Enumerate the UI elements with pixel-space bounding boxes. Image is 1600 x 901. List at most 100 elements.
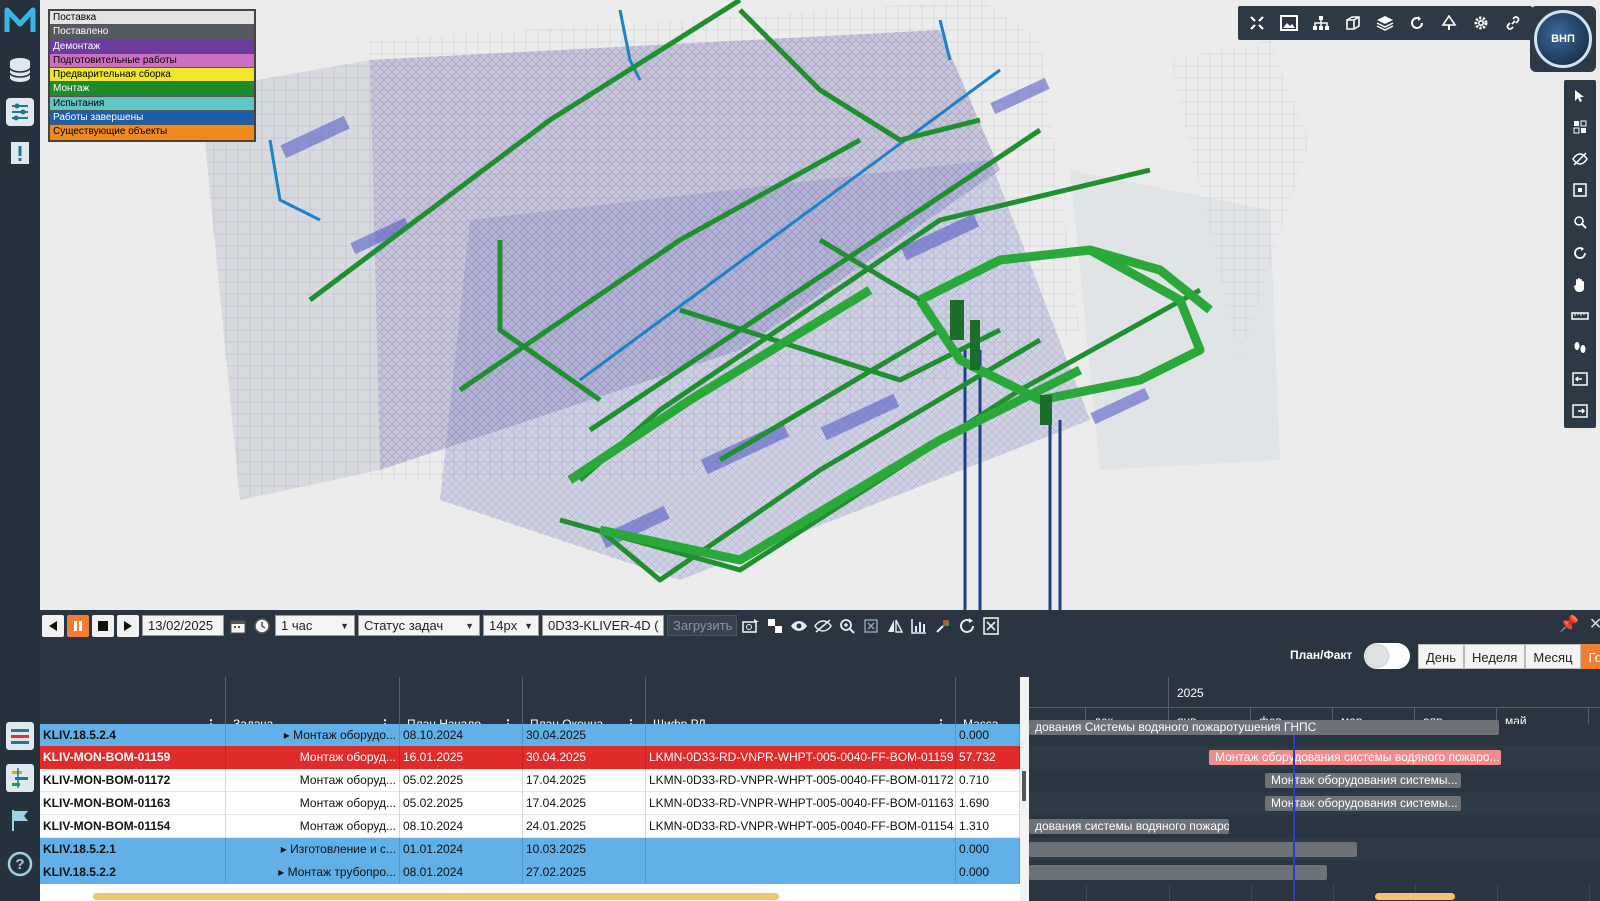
scale-option[interactable]: Неделя [1464,644,1526,669]
right-panel-icon[interactable] [1564,395,1596,427]
legend-item: Подготовительные работы [50,53,254,69]
playback-bar: 13/02/2025 1 час ▼ Статус задач ▼ 14px ▼ 0D… [40,612,1600,639]
step-back-button[interactable] [42,614,64,637]
grid-scrollbar[interactable] [93,893,779,900]
pause-button[interactable] [67,614,89,637]
date-field[interactable]: 13/02/2025 [142,615,224,636]
planfact-toggle[interactable] [1364,643,1410,669]
collapse-icon[interactable] [1241,8,1273,38]
chart-icon[interactable] [908,615,929,636]
mode-select[interactable]: Статус задач ▼ [358,615,480,636]
play-button[interactable] [117,614,139,637]
table-row[interactable]: KLIV-MON-BOM-01154 Монтаж оборуд... 08.10.… [40,815,1020,838]
panel-controls: 📌 ✕ [1559,614,1600,634]
zoom-in-icon[interactable] [836,615,857,636]
gantt-bar[interactable] [1029,865,1327,880]
image-icon[interactable] [1273,8,1305,38]
gantt-bar[interactable]: дования Системы водяного пожаротушения Г… [1029,720,1499,735]
link-icon[interactable] [1497,8,1529,38]
select-icon[interactable] [1564,80,1596,112]
table-row[interactable]: KLIV-MON-BOM-01159 Монтаж оборуд... 16.01.… [40,746,1020,769]
close-icon[interactable]: ✕ [1589,614,1600,634]
gantt-bar[interactable] [1029,842,1357,857]
svg-text:?: ? [15,856,24,873]
load-label: Загрузить [673,618,733,633]
cell-task: Монтаж оборуд... [226,815,400,838]
step-select[interactable]: 1 час ▼ [275,615,355,636]
paint-icon[interactable] [932,615,953,636]
gantt-row: Монтаж оборудования системы... [1029,792,1600,815]
flag-icon[interactable] [6,806,34,834]
cell-start: 16.01.2025 [400,746,523,769]
pin-icon[interactable]: 📌 [1559,614,1579,634]
search-zoom-icon[interactable] [1564,206,1596,238]
rotate-icon[interactable] [1401,8,1433,38]
chevron-down-icon: ▼ [465,620,474,631]
status-legend: Поставка Поставлено Демонтаж Подготовительн… [48,9,256,142]
cell-mass: 0.000 [956,861,1020,884]
company-avatar[interactable]: ВНП [1530,6,1596,72]
scale-option[interactable]: Год [1580,644,1600,669]
gantt-bar[interactable]: Монтаж оборудования системы водяного пож… [1209,750,1501,765]
model-viewport[interactable]: Поставка Поставлено Демонтаж Подготовительн… [40,0,1600,610]
issues-icon[interactable] [6,140,34,168]
eye-icon[interactable] [788,615,809,636]
cell-mass: 0.000 [956,838,1020,861]
load-button[interactable]: Загрузить [667,615,737,636]
checker-icon[interactable] [764,615,785,636]
cell-start: 05.02.2025 [400,769,523,792]
table-row[interactable]: KLIV.18.5.2.1 ▸ Изготовление и с... 01.01.… [40,838,1020,861]
table-row[interactable]: KLIV-MON-BOM-01172 Монтаж оборуд... 05.02.… [40,769,1020,792]
table-row[interactable]: KLIV-MON-BOM-01163 Монтаж оборуд... 05.02.… [40,792,1020,815]
grid-gantt-splitter[interactable] [1020,677,1029,901]
cube-icon[interactable] [1337,8,1369,38]
scale-option[interactable]: Месяц [1525,644,1581,669]
table-row[interactable]: KLIV.18.5.2.2 ▸ Монтаж трубопро... 08.01.2… [40,861,1020,884]
layers-icon[interactable] [1369,8,1401,38]
scale-switch: ДеньНеделяМесяцГод [1418,644,1600,669]
planfact-label: План/Факт [1290,648,1353,662]
pan-hand-icon[interactable] [1564,269,1596,301]
gantt-scrollbar[interactable] [1375,893,1455,900]
clear-selection-icon[interactable] [860,615,881,636]
clock-icon[interactable] [251,615,272,636]
tiles-icon[interactable] [1564,112,1596,144]
scale-option[interactable]: День [1418,644,1464,669]
hierarchy-icon[interactable] [1305,8,1337,38]
schedule-icon[interactable] [6,764,34,792]
legend-item: Монтаж [50,82,254,97]
measure-icon[interactable] [1564,301,1596,333]
cell-code: LKMN-0D33-RD-VNPR-WHPT-005-0040-FF-BOM-0… [646,815,956,838]
fit-icon[interactable] [1564,175,1596,207]
cell-id: KLIV.18.5.2.4 [40,724,226,747]
hide-icon[interactable] [1564,143,1596,175]
font-size-select[interactable]: 14px ▼ [483,615,539,636]
orbit-icon[interactable] [1564,238,1596,270]
gantt-bar[interactable]: дования системы водяного пожаро... [1029,819,1229,834]
compare-icon[interactable] [884,615,905,636]
walk-icon[interactable] [1564,332,1596,364]
left-panel-icon[interactable] [1564,364,1596,396]
model-select[interactable]: 0D33-KLIVER-4D (▼ [542,615,664,636]
gear-icon[interactable] [1465,8,1497,38]
cell-start: 05.02.2025 [400,792,523,815]
gantt-icon[interactable] [6,722,34,750]
legend-item: Поставка [50,11,254,26]
table-row[interactable]: KLIV.18.5.2.4 ▸ Монтаж оборудо... 08.10.20… [40,724,1020,747]
gantt-year-header: 2025 [1029,677,1600,708]
excel-export-icon[interactable] [980,615,1001,636]
cell-end: 30.04.2025 [523,724,646,747]
help-icon[interactable]: ? [6,850,34,878]
stop-button[interactable] [92,614,114,637]
splitter-grip[interactable] [1022,771,1026,801]
tree-icon[interactable] [1433,8,1465,38]
refresh-icon[interactable] [956,615,977,636]
database-icon[interactable] [6,56,34,84]
cell-task: ▸ Изготовление и с... [226,838,400,861]
camera-icon[interactable] [740,615,761,636]
app-logo[interactable] [4,4,36,36]
calendar-icon[interactable] [227,615,248,636]
eye-off-icon[interactable] [812,615,833,636]
filters-icon[interactable] [6,98,34,126]
toggle-knob [1366,645,1388,667]
